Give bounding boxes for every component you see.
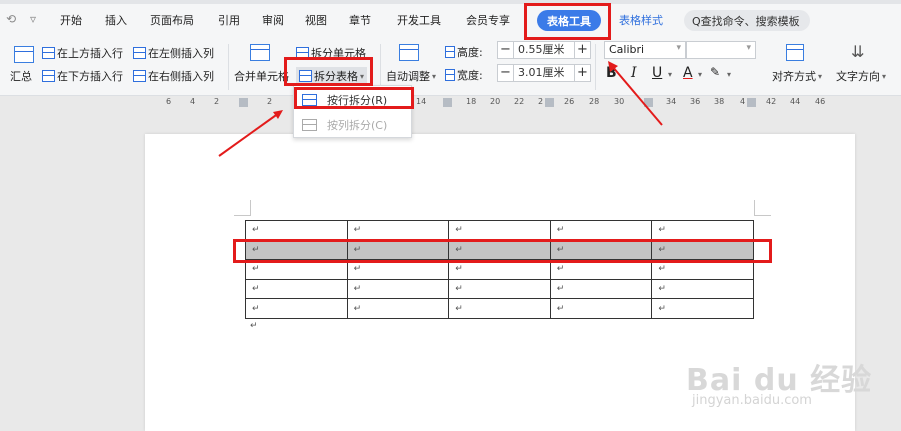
- arrowhead: [273, 110, 283, 119]
- annotation-arrows: [218, 61, 663, 157]
- annotation-arrow-to-split-row: [218, 112, 280, 157]
- annotation-arrow-to-table-tools: [611, 65, 663, 126]
